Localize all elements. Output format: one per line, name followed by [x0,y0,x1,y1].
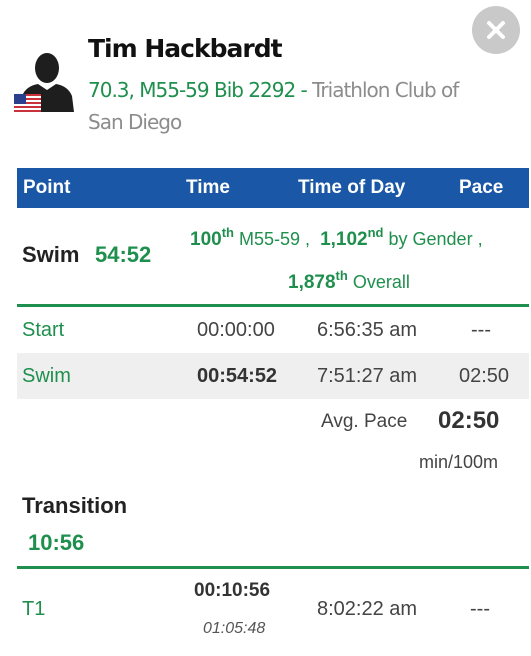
header-pace: Pace [459,177,504,198]
split-pace: 02:50 [459,365,510,387]
gender-label: by Gender , [388,229,483,249]
swim-section-total: 54:52 [95,242,152,267]
gender-rank-suffix: nd [367,225,384,240]
table-row: Start 00:00:00 6:56:35 am --- [17,307,529,353]
athlete-info: 70.3, M55-59 Bib 2292 - Triathlon Club o… [88,74,498,138]
split-pace: --- [471,319,491,341]
split-pace: --- [470,598,490,620]
us-flag-icon [14,94,41,112]
split-point: Start [22,319,65,341]
split-time: 00:10:56 [194,580,271,601]
close-icon [487,21,505,39]
info-separator: - [295,78,313,102]
split-time-of-day: 8:02:22 am [317,598,418,620]
division-rank-suffix: th [221,225,234,240]
split-point: T1 [22,598,46,620]
overall-rank: 1,878 [288,272,336,293]
transition-section-label: Transition [22,493,128,518]
overall-rank-suffix: th [335,268,348,283]
overall-label: Overall [352,272,410,292]
athlete-name: Tim Hackbardt [88,34,283,63]
split-time-of-day: 6:56:35 am [317,319,418,341]
division-rank: 100 [190,229,222,250]
split-cumulative-time: 01:05:48 [203,620,266,637]
division-label: M55-59 , [239,229,311,249]
split-time: 00:54:52 [197,365,278,387]
gender-rank: 1,102 [320,229,368,250]
header-point: Point [23,177,71,198]
transition-section-total: 10:56 [28,530,85,555]
split-time-of-day: 7:51:27 am [317,365,418,387]
split-point: Swim [22,365,71,387]
splits-table-header: Point Time Time of Day Pace [17,168,529,208]
table-row: Swim 00:54:52 7:51:27 am 02:50 [17,353,529,399]
swim-section-label: Swim [22,242,80,267]
split-time: 00:00:00 [197,319,275,341]
header-time: Time [186,177,231,198]
header-time-of-day: Time of Day [298,177,406,198]
avg-pace-label: Avg. Pace [321,411,408,432]
race-division-bib: 70.3, M55-59 Bib 2292 [88,78,296,102]
swim-rank-line-1: 100th M55-59 , 1,102nd by Gender , [190,225,483,251]
transition-section-divider [17,566,529,569]
avg-pace-unit: min/100m [419,452,499,472]
avg-pace-value: 02:50 [438,407,500,434]
close-button[interactable] [472,6,520,54]
swim-rank-line-2: 1,878th Overall [288,268,410,294]
